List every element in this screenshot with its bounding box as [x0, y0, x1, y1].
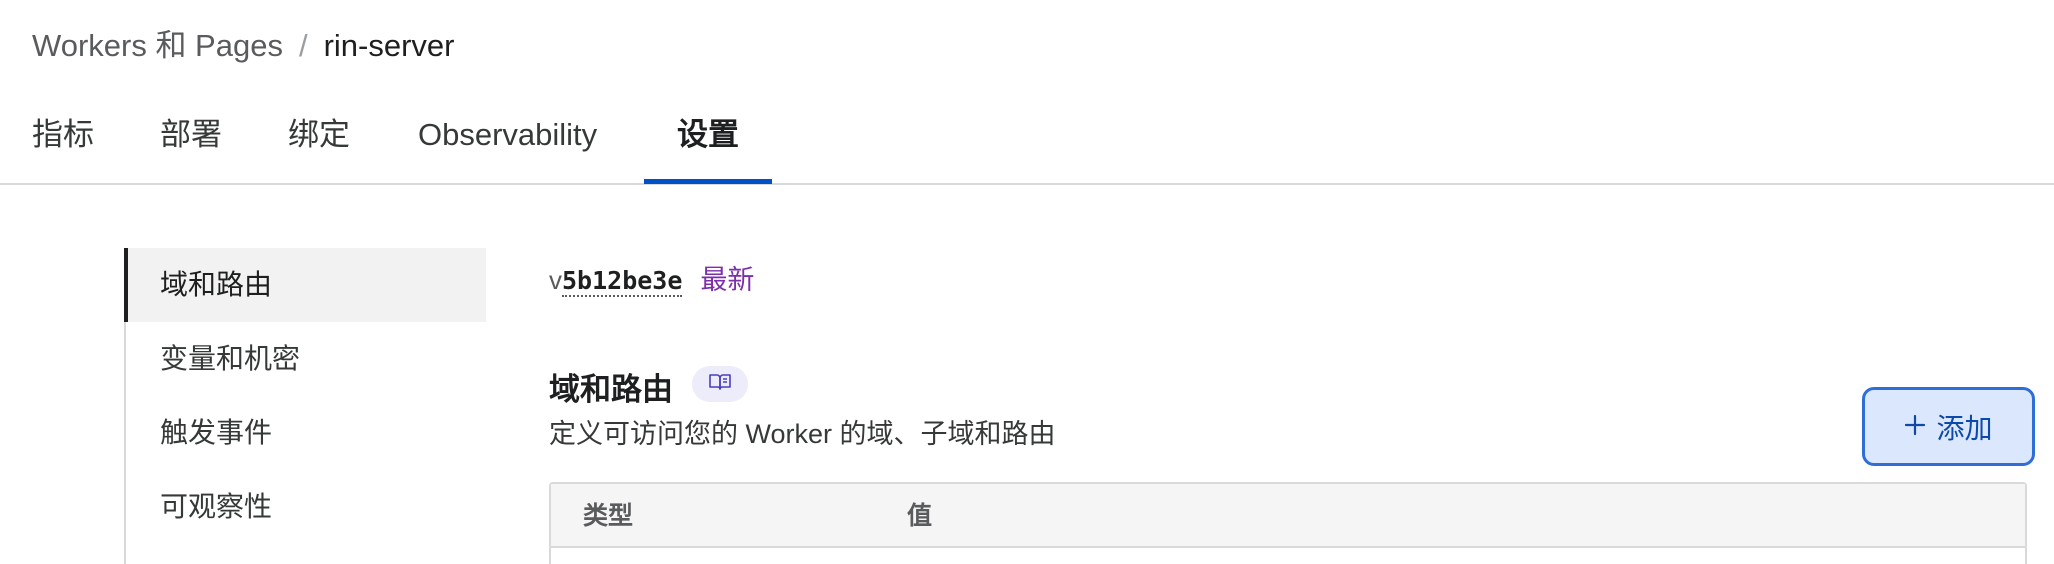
version-prefix: v: [549, 265, 562, 295]
tab-bar: 指标 部署 绑定 Observability 设置: [0, 108, 2054, 185]
tab-deployments[interactable]: 部署: [160, 108, 222, 183]
section-title: 域和路由: [549, 372, 673, 407]
add-button-content: 添加: [1904, 407, 1993, 447]
active-tab-indicator: [644, 179, 772, 184]
breadcrumb-workers-pages-link[interactable]: Workers 和 Pages: [32, 24, 283, 68]
breadcrumb-separator: /: [298, 28, 308, 63]
sidenav-item-label: 域和路由: [160, 269, 273, 300]
add-route-button[interactable]: 添加: [1862, 387, 2035, 466]
docs-link-button[interactable]: [692, 366, 748, 402]
tab-settings[interactable]: 设置: [644, 108, 772, 183]
sidenav-item-domains-routes[interactable]: 域和路由: [124, 248, 486, 322]
section-description: 定义可访问您的 Worker 的域、子域和路由: [549, 419, 1056, 449]
tab-bindings[interactable]: 绑定: [288, 108, 350, 183]
sidenav-item-label: 触发事件: [160, 417, 273, 448]
sidenav-item-variables-secrets[interactable]: 变量和机密: [126, 322, 486, 396]
column-header-value: 值: [907, 502, 933, 530]
table-header: 类型 值: [551, 484, 2025, 548]
version-info: v 5b12be3e 最新: [549, 258, 754, 297]
worker-settings-page: Workers 和 Pages / rin-server 指标 部署 绑定 Ob…: [0, 0, 2054, 564]
breadcrumb-current-worker: rin-server: [323, 28, 455, 63]
book-open-icon: [709, 373, 731, 396]
settings-side-nav: 域和路由 变量和机密 触发事件 可观察性: [124, 248, 486, 564]
add-button-label: 添加: [1936, 412, 1993, 444]
sidenav-item-label: 可观察性: [160, 491, 273, 522]
latest-badge: 最新: [700, 265, 755, 295]
domains-routes-table: 类型 值: [549, 482, 2027, 564]
sidenav-item-triggers[interactable]: 触发事件: [126, 396, 486, 470]
tab-metrics[interactable]: 指标: [32, 108, 94, 183]
sidenav-item-label: 变量和机密: [160, 343, 301, 374]
version-hash[interactable]: 5b12be3e: [562, 266, 683, 297]
sidenav-active-marker: [124, 248, 128, 322]
sidenav-item-observability[interactable]: 可观察性: [126, 470, 486, 544]
plus-icon: [1904, 411, 1936, 443]
column-header-type: 类型: [583, 502, 634, 530]
breadcrumb: Workers 和 Pages / rin-server: [32, 24, 454, 68]
tab-observability[interactable]: Observability: [418, 108, 597, 183]
